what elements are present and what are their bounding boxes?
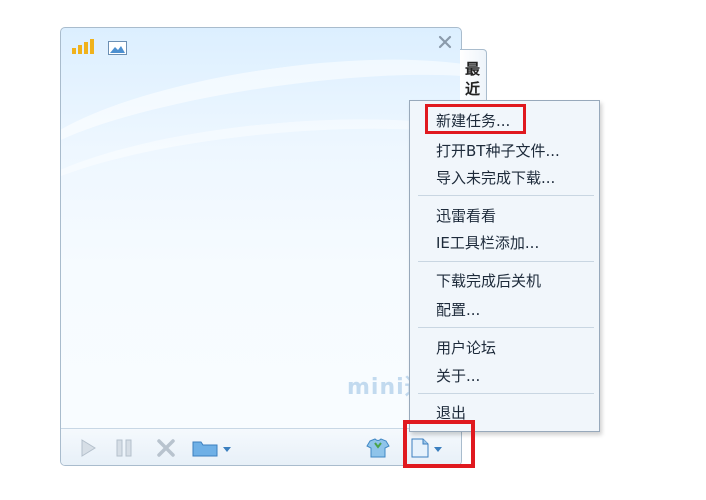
- side-tab-label: 近: [465, 80, 481, 98]
- title-bar: [61, 28, 461, 60]
- close-icon[interactable]: [437, 34, 453, 50]
- menu-separator: [418, 327, 594, 328]
- folder-dropdown-icon[interactable]: [191, 437, 237, 459]
- menu-separator: [418, 261, 594, 262]
- menu-item-open-bt[interactable]: 打开BT种子文件...: [436, 140, 560, 161]
- mini-thunder-window: mini迅雷: [60, 27, 462, 466]
- tshirt-icon[interactable]: [365, 437, 391, 459]
- context-menu: 新建任务... 打开BT种子文件... 导入未完成下载... 迅雷看看 IE工具…: [409, 100, 600, 432]
- delete-icon[interactable]: [155, 437, 177, 459]
- menu-separator: [418, 393, 594, 394]
- menu-item-ie-toolbar[interactable]: IE工具栏添加...: [436, 232, 539, 253]
- menu-item-forum[interactable]: 用户论坛: [436, 337, 496, 358]
- menu-item-settings[interactable]: 配置...: [436, 299, 480, 320]
- menu-item-kankan[interactable]: 迅雷看看: [436, 205, 496, 226]
- menu-item-about[interactable]: 关于...: [436, 365, 480, 386]
- play-icon[interactable]: [77, 437, 99, 459]
- picture-icon[interactable]: [108, 40, 127, 55]
- menu-separator: [418, 195, 594, 196]
- highlight-box-new-task: [425, 104, 526, 134]
- pause-icon[interactable]: [113, 437, 135, 459]
- menu-item-import[interactable]: 导入未完成下载...: [436, 167, 555, 188]
- signal-bars-icon[interactable]: [71, 38, 97, 54]
- highlight-box-new-task-button: [403, 420, 475, 468]
- side-tab-label: 最: [465, 60, 481, 78]
- bottom-toolbar: [61, 428, 461, 465]
- menu-item-shutdown[interactable]: 下载完成后关机: [436, 270, 541, 291]
